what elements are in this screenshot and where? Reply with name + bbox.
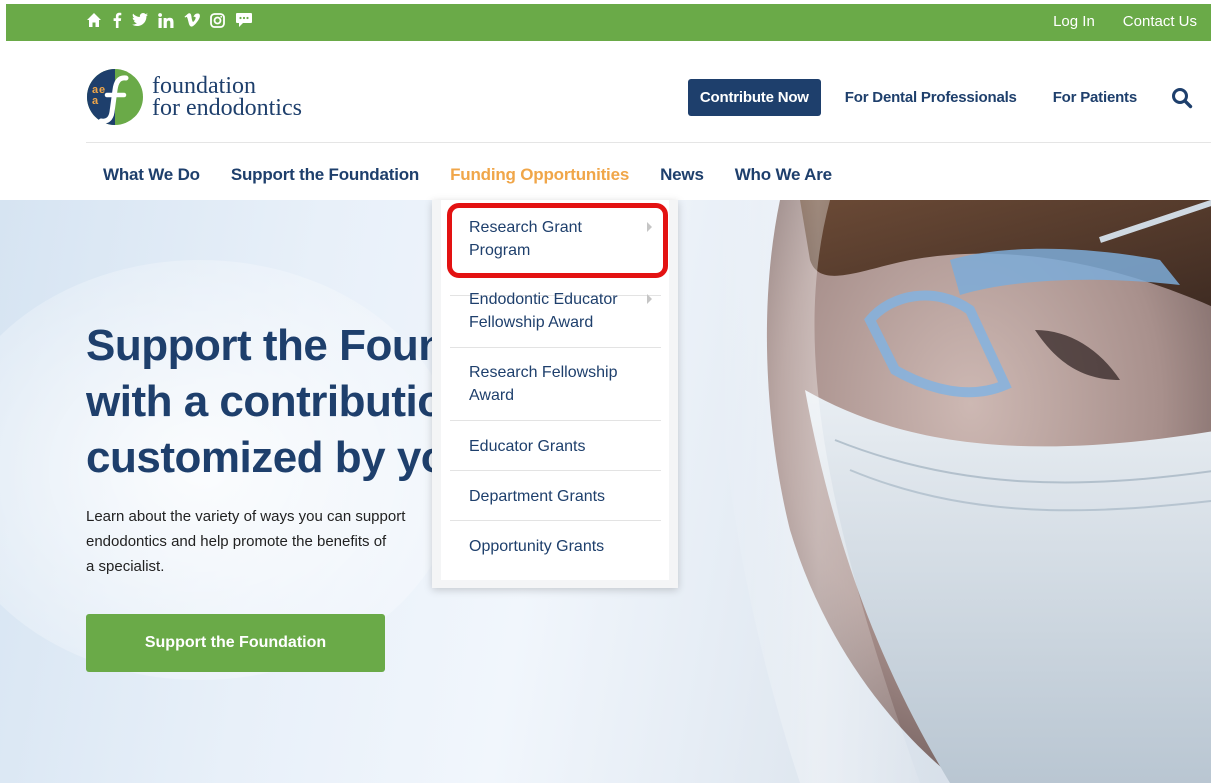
utility-links: Log In Contact Us: [1053, 13, 1197, 30]
top-utility-bar: Log In Contact Us: [6, 4, 1211, 41]
dropdown-item-educator-grants[interactable]: Educator Grants: [450, 435, 661, 471]
dropdown-item-label: Department Grants: [469, 488, 606, 505]
chat-icon[interactable]: [235, 12, 253, 34]
facebook-icon[interactable]: [112, 12, 122, 34]
nav-support-the-foundation[interactable]: Support the Foundation: [231, 165, 419, 185]
svg-text:a: a: [92, 95, 99, 107]
site-header: a e a foundation for endodontics Contrib…: [0, 41, 1211, 143]
main-nav: What We Do Support the Foundation Fundin…: [103, 165, 832, 185]
logo-line-2: for endodontics: [152, 95, 302, 121]
dropdown-item-label: Opportunity Grants: [469, 538, 605, 555]
dropdown-item-department-grants[interactable]: Department Grants: [450, 485, 661, 521]
for-patients-link[interactable]: For Patients: [1053, 89, 1137, 106]
hero-text-line-3: a specialist.: [86, 558, 165, 575]
hero-title-line-1: Support the Foundation: [86, 321, 446, 370]
hero-title-line-2: with a contribution: [86, 377, 446, 426]
svg-text:e: e: [99, 84, 105, 96]
home-icon[interactable]: [86, 12, 102, 34]
for-dental-professionals-link[interactable]: For Dental Professionals: [845, 89, 1017, 106]
vimeo-icon[interactable]: [184, 13, 200, 33]
dropdown-item-endodontic-educator-fellowship-award[interactable]: Endodontic Educator Fellowship Award: [450, 288, 661, 348]
dropdown-item-opportunity-grants[interactable]: Opportunity Grants: [450, 535, 661, 571]
hero-photo-dental-professional: [716, 200, 1211, 783]
hero-title-line-3: customized by you: [86, 433, 446, 482]
site-logo[interactable]: a e a foundation for endodontics: [86, 68, 302, 126]
instagram-icon[interactable]: [210, 12, 225, 34]
nav-funding-opportunities[interactable]: Funding Opportunities: [450, 165, 629, 185]
dropdown-item-research-fellowship-award[interactable]: Research Fellowship Award: [450, 361, 661, 421]
linkedin-icon[interactable]: [158, 12, 174, 34]
dropdown-item-label: Research Fellowship Award: [469, 364, 618, 404]
logo-line-1: foundation: [152, 73, 256, 99]
nav-who-we-are[interactable]: Who We Are: [735, 165, 832, 185]
logo-mark-icon: a e a: [86, 68, 144, 126]
support-the-foundation-button[interactable]: Support the Foundation: [86, 614, 385, 672]
header-divider: [86, 142, 1211, 143]
hero-text-line-1: Learn about the variety of ways you can …: [86, 508, 406, 525]
logo-text: foundation for endodontics: [152, 73, 302, 121]
twitter-icon[interactable]: [132, 13, 148, 33]
nav-news[interactable]: News: [660, 165, 704, 185]
search-icon[interactable]: [1171, 87, 1193, 109]
nav-what-we-do[interactable]: What We Do: [103, 165, 200, 185]
dropdown-item-label: Endodontic Educator Fellowship Award: [469, 291, 618, 331]
submenu-arrow-icon: [647, 294, 652, 304]
login-link[interactable]: Log In: [1053, 13, 1095, 30]
header-actions: Contribute Now For Dental Professionals …: [687, 79, 1211, 116]
social-links: [86, 12, 253, 34]
dropdown-item-label: Educator Grants: [469, 438, 586, 455]
highlight-annotation: [447, 203, 668, 278]
hero-text-line-2: endodontics and help promote the benefit…: [86, 533, 387, 550]
contact-link[interactable]: Contact Us: [1123, 13, 1197, 30]
contribute-now-button[interactable]: Contribute Now: [687, 79, 821, 116]
hero-description: Learn about the variety of ways you can …: [86, 504, 431, 579]
hero-title: Support the Foundation with a contributi…: [86, 318, 446, 486]
